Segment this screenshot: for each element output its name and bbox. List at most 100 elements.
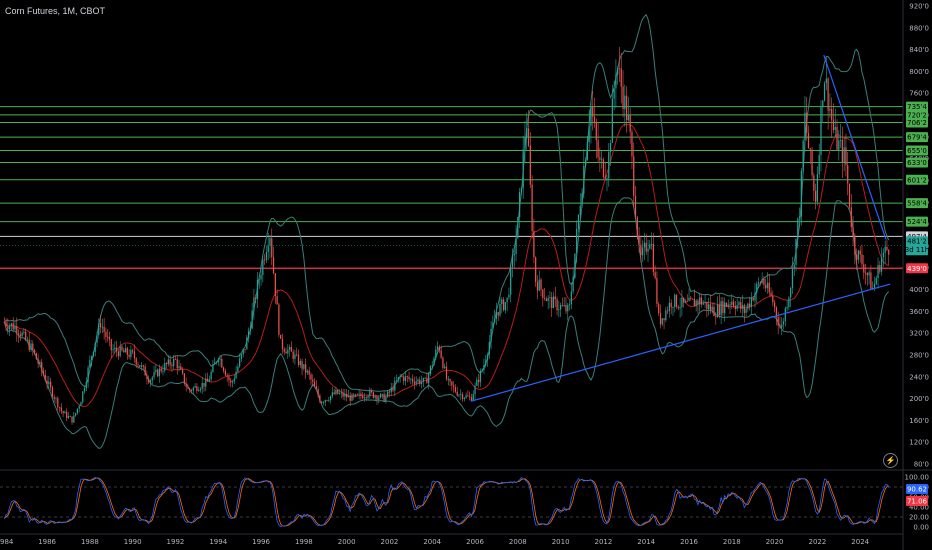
candle-body	[538, 279, 540, 291]
candle-body	[222, 367, 225, 371]
candle-body	[394, 380, 396, 391]
candle-body	[477, 379, 480, 383]
candle-body	[790, 288, 792, 298]
candle-body	[112, 349, 114, 351]
candle-body	[454, 387, 457, 392]
candle-body	[495, 311, 498, 319]
candle-body	[71, 416, 73, 423]
candle-body	[306, 370, 309, 373]
time-tick-label: 2010	[552, 538, 570, 546]
candle-body	[401, 376, 403, 377]
candle-body	[308, 370, 310, 375]
candle-body	[558, 309, 560, 311]
candle-body	[467, 395, 469, 397]
candle-body	[155, 369, 157, 373]
candle-body	[251, 310, 253, 329]
price-chart[interactable]: 920'0880'0840'0800'0760'0720'0680'0640'0…	[0, 0, 932, 550]
candle-body	[485, 360, 487, 366]
time-tick-label: 2004	[423, 538, 441, 546]
candle-body	[699, 297, 701, 305]
candle-body	[617, 68, 619, 75]
candle-body	[756, 283, 758, 293]
candle-body	[754, 292, 756, 301]
candle-body	[750, 298, 753, 307]
candle-body	[58, 407, 61, 409]
candle-body	[829, 109, 831, 111]
candle-body	[440, 350, 442, 358]
candle-body	[884, 246, 886, 253]
price-tick-label: 840'0	[909, 46, 929, 54]
candle-body	[253, 297, 255, 311]
lightning-icon[interactable]: ⚡	[883, 453, 898, 468]
candle-body	[499, 303, 501, 316]
candle-body	[365, 397, 367, 399]
candle-body	[420, 381, 423, 385]
candle-body	[351, 394, 353, 401]
candle-body	[103, 326, 105, 332]
candle-body	[463, 397, 465, 399]
candle-body	[30, 343, 32, 351]
candle-body	[233, 378, 235, 382]
candle-body	[296, 354, 298, 356]
candle-body	[35, 353, 38, 360]
candle-body	[42, 370, 45, 375]
candle-body	[51, 387, 54, 397]
candle-body	[142, 365, 144, 367]
red-level-badge-label: 439'0	[907, 265, 927, 273]
candle-body	[369, 390, 371, 397]
candle-body	[665, 310, 667, 321]
candle-body	[408, 376, 410, 379]
candle-body	[481, 369, 483, 372]
candle-body	[592, 106, 594, 117]
candle-body	[681, 297, 683, 308]
candle-body	[214, 362, 216, 365]
candle-body	[458, 394, 460, 396]
candle-body	[702, 303, 704, 305]
stoch-d-line	[4, 477, 889, 527]
candle-body	[37, 359, 39, 364]
oscillator-tick-label: 100.00	[905, 474, 930, 482]
bollinger-lower	[3, 197, 890, 449]
candle-body	[579, 205, 581, 216]
candle-body	[700, 297, 703, 305]
oscillator-tick-label: 0.00	[913, 524, 929, 532]
candle-body	[3, 322, 5, 324]
candle-body	[529, 145, 531, 185]
candle-body	[406, 376, 408, 378]
candle-body	[720, 301, 722, 316]
candle-body	[816, 174, 819, 202]
candle-body	[609, 142, 612, 152]
candle-body	[272, 257, 275, 274]
candle-body	[551, 297, 553, 309]
candle-body	[171, 364, 173, 367]
candle-body	[645, 242, 647, 252]
candle-body	[183, 373, 186, 384]
candle-body	[429, 365, 432, 375]
candle-body	[114, 347, 116, 350]
green-level-badge-label: 735'4	[907, 103, 927, 111]
candle-body	[187, 386, 189, 389]
candle-body	[460, 394, 462, 396]
candle-body	[479, 371, 482, 383]
candle-body	[224, 370, 227, 376]
time-axis: 984 1986 1988 1990 1992 1994 1996 1998 2000 2002 2…	[0, 533, 903, 546]
candle-body	[704, 301, 706, 304]
candle-body	[822, 100, 824, 108]
candle-body	[886, 246, 888, 250]
candle-body	[811, 149, 813, 176]
candle-body	[533, 231, 535, 258]
candle-body	[94, 342, 96, 352]
candle-body	[16, 326, 18, 334]
candle-body	[568, 304, 571, 305]
candle-body	[672, 306, 674, 308]
candle-body	[636, 217, 638, 236]
candle-body	[119, 346, 121, 357]
candle-body	[642, 247, 644, 256]
candle-body	[722, 301, 724, 314]
candle-body	[622, 86, 624, 110]
candle-body	[804, 112, 806, 141]
candle-body	[752, 298, 754, 301]
candle-body	[85, 381, 87, 389]
candle-body	[105, 331, 107, 337]
candle-body	[230, 380, 232, 383]
